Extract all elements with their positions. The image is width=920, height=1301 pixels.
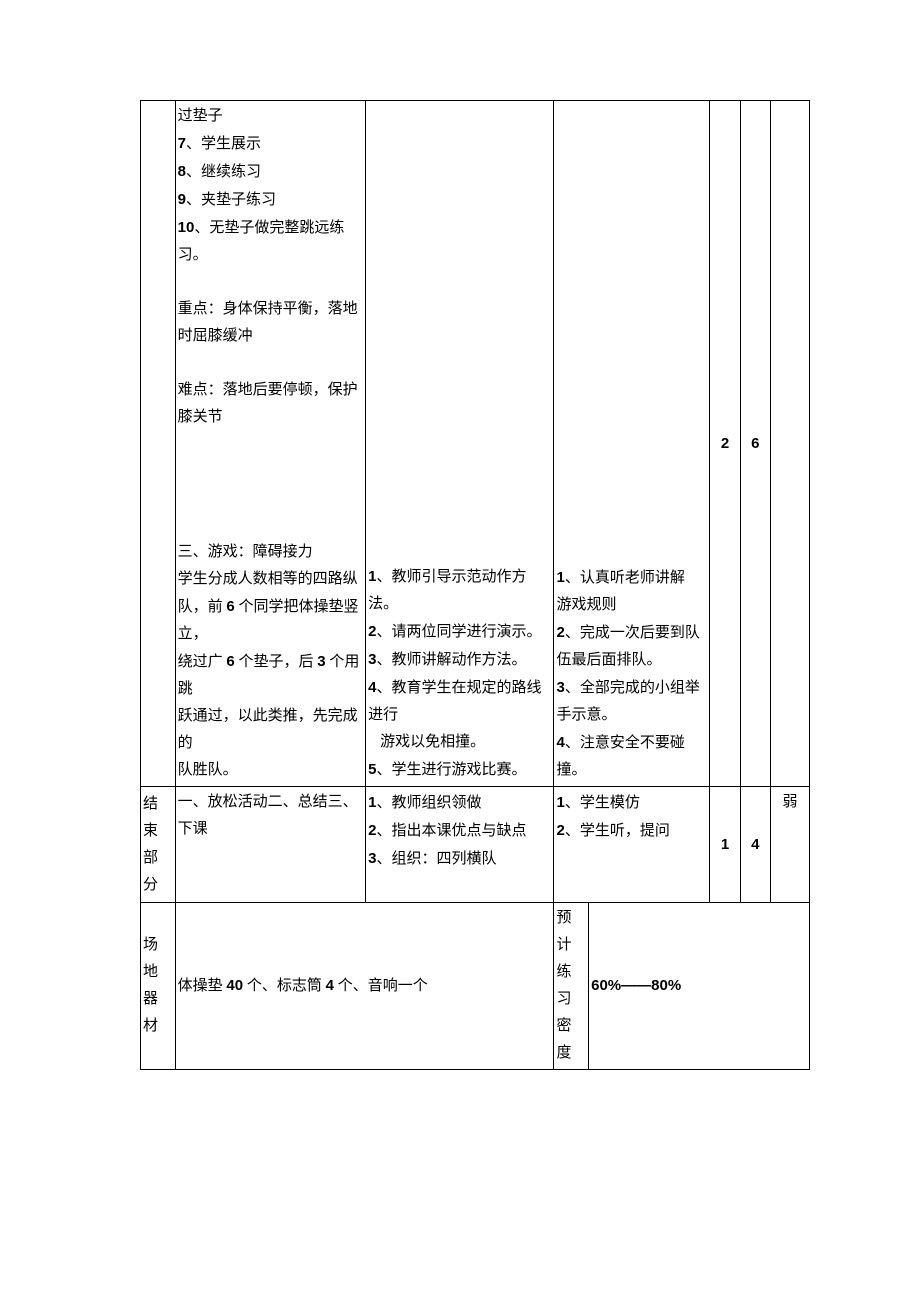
text-vertical: 场地器材 — [143, 937, 158, 1034]
text-line: 个垫子，后 — [235, 654, 318, 670]
document-page: 过垫子 7、学生展示 8、继续练习 9、夹垫子练习 10、无垫子做完整跳远练 习… — [0, 0, 920, 1070]
text-line: 一、放松活动二、总结三、下课 — [178, 794, 358, 837]
table-row: 结束部分 一、放松活动二、总结三、下课 1、教师组织领做 2、指出本课优点与缺点… — [141, 787, 810, 903]
text-line: 手示意。 — [556, 707, 616, 723]
cell-content-end: 一、放松活动二、总结三、下课 — [175, 787, 366, 903]
list-number: 10 — [178, 219, 195, 236]
text-line: 撞。 — [556, 762, 586, 778]
text-line: 、教师讲解动作方法。 — [376, 652, 526, 668]
text-line: 习。 — [178, 247, 208, 263]
text-line: 、继续练习 — [186, 164, 261, 180]
text-line: 、学生模仿 — [565, 795, 640, 811]
cell-teacher-end: 1、教师组织领做 2、指出本课优点与缺点 3、组织：四列横队 — [366, 787, 554, 903]
value-number: 2 — [721, 435, 729, 452]
list-number: 2 — [556, 624, 564, 641]
inline-number: 40 — [226, 977, 243, 994]
text-line: 、组织：四列横队 — [376, 851, 496, 867]
cell-intensity: 弱 — [770, 787, 809, 903]
value-number: 6 — [751, 435, 759, 452]
text-line: 、注意安全不要碰 — [565, 735, 685, 751]
text-line: 、学生听，提问 — [565, 823, 670, 839]
list-number: 2 — [556, 822, 564, 839]
lesson-plan-table: 过垫子 7、学生展示 8、继续练习 9、夹垫子练习 10、无垫子做完整跳远练 习… — [140, 100, 810, 1070]
cell-equipment-content: 体操垫 40 个、标志筒 4 个、音响一个 — [175, 903, 554, 1070]
text-line: 、全部完成的小组举 — [565, 680, 700, 696]
value-number: 4 — [751, 836, 759, 853]
value-number: 1 — [721, 836, 729, 853]
cell-times: 1 — [710, 787, 740, 903]
inline-number: 3 — [317, 653, 325, 670]
cell-intensity-blank — [770, 101, 809, 787]
text-vertical: 结束部分 — [143, 796, 158, 893]
table-row: 场地器材 体操垫 40 个、标志筒 4 个、音响一个 预计练习密度 60%——8… — [141, 903, 810, 1070]
text-value: 弱 — [782, 794, 797, 810]
text-line: 、完成一次后要到队 — [565, 625, 700, 641]
text-line: 、教育学生在规定的路线进行 — [368, 680, 541, 723]
list-number: 1 — [556, 794, 564, 811]
text-line: 、学生展示 — [186, 136, 261, 152]
text-line: 、认真听老师讲解 — [565, 570, 685, 586]
text-line: 个、标志筒 — [243, 978, 326, 994]
cell-minutes: 6 — [740, 101, 770, 787]
text-line: 、无垫子做完整跳远练 — [194, 220, 344, 236]
cell-student-end: 1、学生模仿 2、学生听，提问 — [554, 787, 710, 903]
inline-number: 6 — [226, 598, 234, 615]
list-number: 9 — [178, 191, 186, 208]
cell-section-blank — [141, 101, 176, 787]
text-line: 队胜队。 — [178, 762, 238, 778]
text-line: 伍最后面排队。 — [556, 652, 661, 668]
text-line: 过垫子 — [178, 108, 223, 124]
text-line: 、学生进行游戏比赛。 — [376, 762, 526, 778]
cell-teacher-activity: 1、教师引导示范动作方法。 2、请两位同学进行演示。 3、教师讲解动作方法。 4… — [366, 101, 554, 787]
cell-density-label: 预计练习密度 — [554, 903, 589, 1070]
text-line: 个、音响一个 — [334, 978, 428, 994]
text-line: 时屈膝缓冲 — [178, 328, 253, 344]
cell-student-activity: 1、认真听老师讲解 游戏规则 2、完成一次后要到队 伍最后面排队。 3、全部完成… — [554, 101, 710, 787]
text-vertical: 预计练习密度 — [556, 910, 571, 1061]
text-line: 体操垫 — [178, 978, 227, 994]
text-value: 60%——80% — [591, 977, 681, 994]
text-line: 、请两位同学进行演示。 — [376, 624, 541, 640]
text-line: 三、游戏：障碍接力 — [178, 544, 313, 560]
text-line: 、教师组织领做 — [376, 795, 481, 811]
list-number: 7 — [178, 135, 186, 152]
inline-number: 6 — [226, 653, 234, 670]
text-line: 绕过广 — [178, 654, 227, 670]
text-line: 、夹垫子练习 — [186, 192, 276, 208]
text-line: 游戏以免相撞。 — [368, 729, 551, 756]
cell-content-activities: 过垫子 7、学生展示 8、继续练习 9、夹垫子练习 10、无垫子做完整跳远练 习… — [175, 101, 366, 787]
text-line: 难点：落地后要停顿，保护 — [178, 382, 358, 398]
list-number: 1 — [556, 569, 564, 586]
text-line: 膝关节 — [178, 409, 223, 425]
text-line: 、指出本课优点与缺点 — [376, 823, 526, 839]
text-line: 游戏规则 — [556, 597, 616, 613]
inline-number: 4 — [326, 977, 334, 994]
cell-section-end: 结束部分 — [141, 787, 176, 903]
cell-times: 2 — [710, 101, 740, 787]
list-number: 4 — [556, 734, 564, 751]
table-row: 过垫子 7、学生展示 8、继续练习 9、夹垫子练习 10、无垫子做完整跳远练 习… — [141, 101, 810, 787]
text-line: 重点：身体保持平衡，落地 — [178, 301, 358, 317]
cell-minutes: 4 — [740, 787, 770, 903]
text-line: 跃通过，以此类推，先完成的 — [178, 708, 358, 751]
list-number: 8 — [178, 163, 186, 180]
list-number: 3 — [556, 679, 564, 696]
text-line: 学生分成人数相等的四路纵 — [178, 571, 358, 587]
cell-density-value: 60%——80% — [589, 903, 810, 1070]
cell-equipment-label: 场地器材 — [141, 903, 176, 1070]
text-line: 队，前 — [178, 599, 227, 615]
text-line: 、教师引导示范动作方法。 — [368, 569, 526, 612]
